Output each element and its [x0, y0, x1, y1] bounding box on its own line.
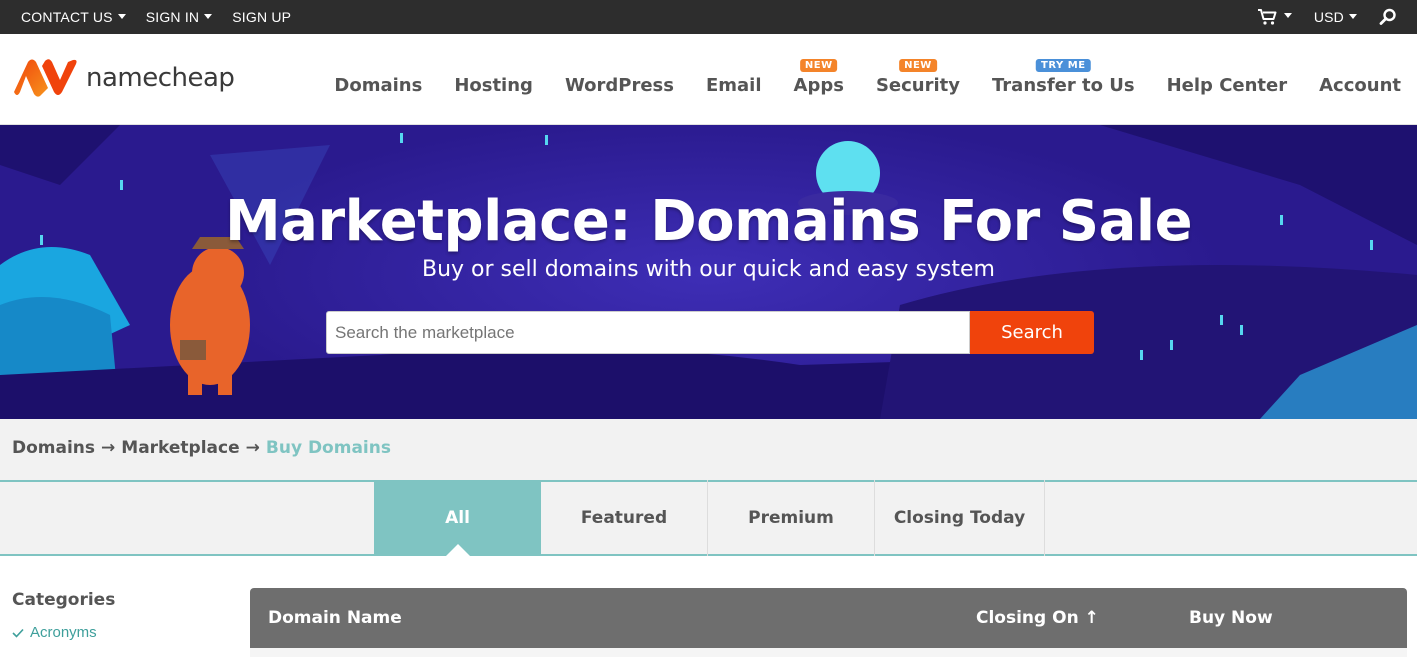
breadcrumb: Domains → Marketplace → Buy Domains: [0, 419, 1417, 480]
chevron-down-icon: [1283, 12, 1292, 18]
nav-label: Email: [705, 75, 762, 96]
checkmark-icon: [12, 628, 24, 638]
domains-table-header: Domain Name Closing On ↑ Buy Now: [250, 588, 1407, 648]
column-closing-on[interactable]: Closing On ↑: [976, 608, 1099, 628]
nav-item-help-center[interactable]: Help Center: [1151, 75, 1304, 96]
sign-up-link[interactable]: SIGN UP: [232, 9, 291, 25]
category-label: Acronyms: [30, 624, 97, 641]
currency-menu[interactable]: USD: [1314, 9, 1357, 25]
nav-label: Transfer to Us: [992, 75, 1135, 96]
nav-label: Domains: [334, 75, 423, 96]
nav-item-wordpress[interactable]: WordPress: [549, 75, 690, 96]
brand-name: namecheap: [86, 63, 235, 93]
breadcrumb-marketplace[interactable]: Marketplace: [121, 438, 239, 458]
nav-label: WordPress: [564, 75, 674, 96]
breadcrumb-domains[interactable]: Domains: [12, 438, 95, 458]
nav-label: Apps: [793, 75, 844, 96]
nav-item-transfer[interactable]: TRY ME Transfer to Us: [976, 59, 1151, 96]
cart-icon: [1257, 9, 1277, 25]
cart-menu[interactable]: [1257, 8, 1292, 26]
column-buy-now[interactable]: Buy Now: [1189, 608, 1273, 628]
sign-in-label: SIGN IN: [145, 9, 200, 25]
hero-title: Marketplace: Domains For Sale: [224, 189, 1193, 254]
currency-label: USD: [1313, 9, 1344, 25]
tabs-bar: All Featured Premium Closing Today: [0, 480, 1417, 556]
tab-premium[interactable]: Premium: [708, 480, 875, 556]
top-bar-right: USD: [1257, 8, 1397, 26]
nav-item-hosting[interactable]: Hosting: [438, 75, 549, 96]
categories-heading: Categories: [12, 590, 116, 610]
search-icon[interactable]: [1379, 8, 1397, 26]
tab-all[interactable]: All: [374, 480, 541, 556]
nav-label: Help Center: [1166, 75, 1288, 96]
hero-subtitle: Buy or sell domains with our quick and e…: [422, 257, 995, 282]
nav-label: Account: [1319, 75, 1401, 96]
category-item-acronyms[interactable]: Acronyms: [12, 624, 115, 641]
tabs: All Featured Premium Closing Today: [374, 480, 1045, 556]
new-badge: NEW: [799, 59, 838, 72]
chevron-down-icon: [204, 13, 213, 19]
categories-sidebar: Categories Acronyms: [12, 590, 115, 641]
top-bar-left: CONTACT US SIGN IN SIGN UP: [21, 9, 291, 25]
contact-us-label: CONTACT US: [21, 9, 113, 25]
nav-item-security[interactable]: NEW Security: [860, 59, 976, 96]
breadcrumb-separator: →: [101, 438, 116, 458]
tab-closing-today[interactable]: Closing Today: [875, 480, 1045, 556]
marketplace-search: Search: [326, 311, 1094, 354]
chevron-down-icon: [1349, 13, 1357, 19]
search-button[interactable]: Search: [970, 311, 1094, 354]
hero-banner: Marketplace: Domains For Sale Buy or sel…: [0, 125, 1417, 419]
main-nav: Domains Hosting WordPress Email NEW Apps …: [318, 59, 1417, 96]
main-header: namecheap Domains Hosting WordPress Emai…: [0, 34, 1417, 125]
breadcrumb-current: Buy Domains: [265, 438, 391, 458]
sign-in-menu[interactable]: SIGN IN: [146, 9, 213, 25]
column-domain-name[interactable]: Domain Name: [268, 608, 402, 628]
nav-item-domains[interactable]: Domains: [318, 75, 438, 96]
nav-label: Hosting: [454, 75, 533, 96]
contact-us-menu[interactable]: CONTACT US: [21, 9, 126, 25]
chevron-down-icon: [117, 13, 126, 19]
tab-featured[interactable]: Featured: [541, 480, 708, 556]
new-badge: NEW: [899, 59, 937, 72]
breadcrumb-separator: →: [245, 438, 260, 458]
top-bar: CONTACT US SIGN IN SIGN UP USD: [0, 0, 1417, 34]
search-input[interactable]: [326, 311, 970, 354]
nav-label: Security: [875, 75, 960, 96]
nav-item-account[interactable]: Account: [1303, 75, 1417, 96]
table-row: [250, 648, 1407, 657]
namecheap-logo-icon: [14, 59, 77, 97]
logo[interactable]: namecheap: [12, 58, 235, 98]
nav-item-apps[interactable]: NEW Apps: [778, 59, 860, 96]
try-me-badge: TRY ME: [1036, 59, 1091, 72]
nav-item-email[interactable]: Email: [690, 75, 778, 96]
